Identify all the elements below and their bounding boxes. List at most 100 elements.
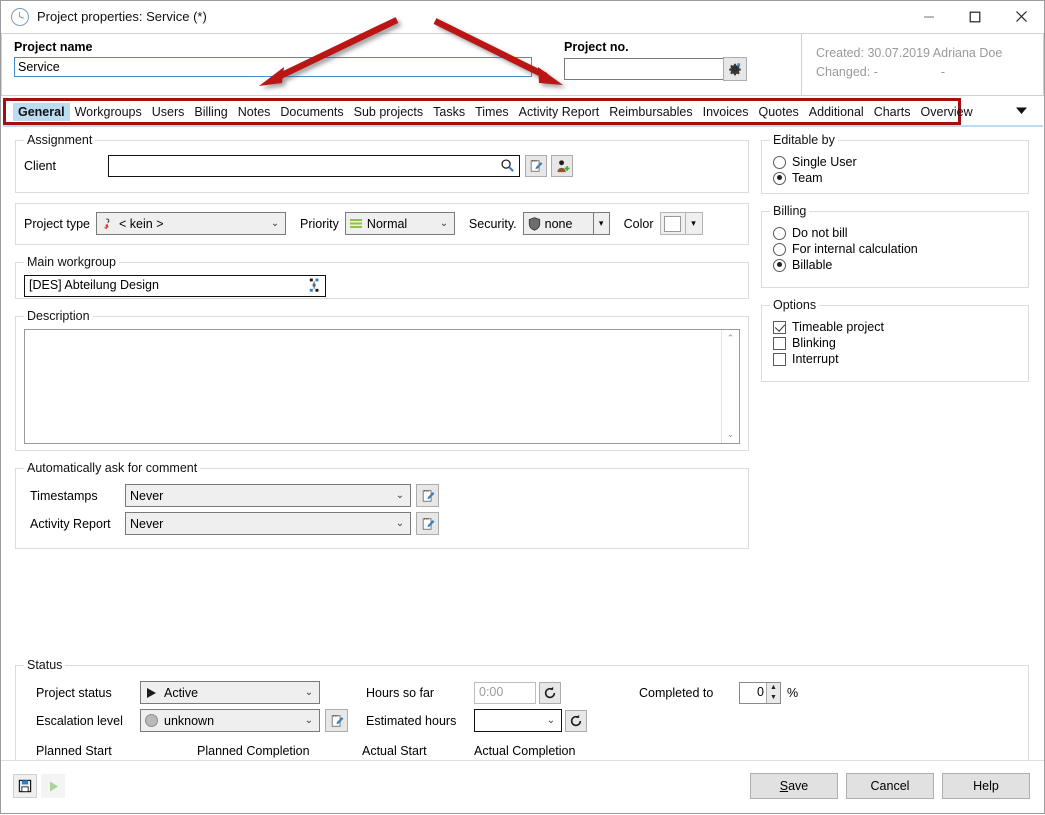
- radio-billable[interactable]: Billable: [773, 258, 1020, 272]
- radio-team[interactable]: Team: [773, 171, 1020, 185]
- cancel-button[interactable]: Cancel: [846, 773, 934, 799]
- description-textarea-wrapper: ⌃ ⌄: [24, 329, 740, 444]
- color-swatch[interactable]: [660, 212, 686, 235]
- estimated-hours-select[interactable]: ⌄: [474, 709, 562, 732]
- checkbox-label: Timeable project: [792, 320, 884, 334]
- chevron-down-icon: ▾: [691, 218, 696, 229]
- chevron-down-icon: ⌄: [394, 490, 406, 501]
- escalation-level-select[interactable]: unknown ⌄: [140, 709, 320, 732]
- tab-additional[interactable]: Additional: [804, 103, 869, 121]
- security-select[interactable]: none: [523, 212, 593, 235]
- tab-workgroups[interactable]: Workgroups: [70, 103, 147, 121]
- main-workgroup-value[interactable]: [DES] Abteilung Design: [24, 275, 326, 297]
- tab-quotes[interactable]: Quotes: [753, 103, 803, 121]
- escalation-level-label: Escalation level: [36, 714, 140, 728]
- tab-documents[interactable]: Documents: [275, 103, 348, 121]
- tab-reimbursables[interactable]: Reimbursables: [604, 103, 697, 121]
- radio-do-not-bill[interactable]: Do not bill: [773, 226, 1020, 240]
- estimated-hours-refresh-button[interactable]: [565, 710, 587, 732]
- changed-value: -: [874, 65, 878, 79]
- scroll-up-icon[interactable]: ⌃: [727, 333, 735, 344]
- radio-indicator: [773, 243, 786, 256]
- start-timer-button[interactable]: [41, 774, 65, 798]
- hours-so-far-value: 0:00: [474, 682, 536, 704]
- tab-invoices[interactable]: Invoices: [698, 103, 754, 121]
- assignment-group: Assignment Client: [15, 133, 749, 193]
- tab-notes[interactable]: Notes: [233, 103, 276, 121]
- checkbox-indicator: [773, 321, 786, 334]
- tab-sub-projects[interactable]: Sub projects: [349, 103, 428, 121]
- tab-general[interactable]: General: [13, 103, 70, 121]
- maximize-button[interactable]: [952, 1, 998, 32]
- minimize-button[interactable]: [906, 1, 952, 32]
- security-dropdown-button[interactable]: ▾: [593, 212, 610, 235]
- close-button[interactable]: [998, 1, 1044, 32]
- radio-single-user[interactable]: Single User: [773, 155, 1020, 169]
- hours-so-far-refresh-button[interactable]: [539, 682, 561, 704]
- checkbox-timeable-project[interactable]: Timeable project: [773, 320, 1020, 334]
- audit-info-panel: Created: 30.07.2019 Adriana Doe Changed:…: [801, 33, 1044, 96]
- priority-label: Priority: [300, 217, 339, 231]
- activity-report-select[interactable]: Never ⌄: [125, 512, 411, 535]
- chevron-down-icon: ⌄: [438, 218, 450, 229]
- chevron-down-icon: ⌄: [545, 715, 557, 726]
- chevron-down-icon: ⌄: [394, 518, 406, 529]
- tab-billing[interactable]: Billing: [189, 103, 232, 121]
- tab-activity-report[interactable]: Activity Report: [514, 103, 605, 121]
- radio-for-internal-calculation[interactable]: For internal calculation: [773, 242, 1020, 256]
- magnifier-icon[interactable]: [500, 158, 515, 176]
- description-scrollbar[interactable]: ⌃ ⌄: [721, 330, 739, 443]
- activity-report-edit-button[interactable]: [416, 512, 439, 535]
- editable-by-legend: Editable by: [770, 133, 838, 147]
- description-legend: Description: [24, 309, 93, 323]
- tab-tasks[interactable]: Tasks: [428, 103, 470, 121]
- help-button[interactable]: Help: [942, 773, 1030, 799]
- tab-charts[interactable]: Charts: [869, 103, 916, 121]
- stepper-down-icon[interactable]: ▼: [767, 693, 780, 703]
- stepper-up-icon[interactable]: ▲: [767, 683, 780, 693]
- completed-to-stepper[interactable]: 0 ▲ ▼: [739, 682, 781, 704]
- right-column: Editable by Single User Team Billing Do …: [761, 133, 1029, 392]
- checkbox-blinking[interactable]: Blinking: [773, 336, 1020, 350]
- project-name-input[interactable]: [14, 57, 532, 77]
- project-name-field-group: Project name: [14, 40, 532, 95]
- changed-value-2: -: [941, 65, 945, 79]
- timestamps-label: Timestamps: [30, 489, 125, 503]
- client-add-button[interactable]: [551, 155, 573, 177]
- radio-label: Billable: [792, 258, 832, 272]
- tab-overview[interactable]: Overview: [916, 103, 978, 121]
- project-name-label: Project name: [14, 40, 532, 54]
- color-dropdown-button[interactable]: ▾: [686, 212, 703, 235]
- priority-select[interactable]: Normal ⌄: [345, 212, 455, 235]
- org-chart-icon[interactable]: [307, 278, 322, 296]
- project-no-input[interactable]: [564, 58, 724, 80]
- created-label: Created:: [816, 46, 864, 60]
- stepper-buttons[interactable]: ▲ ▼: [766, 683, 780, 703]
- client-input[interactable]: [108, 155, 520, 177]
- radio-label: For internal calculation: [792, 242, 918, 256]
- tab-times[interactable]: Times: [470, 103, 514, 121]
- auto-comment-legend: Automatically ask for comment: [24, 461, 200, 475]
- project-status-value: Active: [164, 686, 303, 700]
- project-no-settings-button[interactable]: [723, 57, 747, 81]
- checkbox-label: Interrupt: [792, 352, 839, 366]
- main-workgroup-legend: Main workgroup: [24, 255, 119, 269]
- changed-label: Changed:: [816, 65, 870, 79]
- description-textarea[interactable]: [25, 330, 721, 443]
- tab-overflow-button[interactable]: [1015, 104, 1028, 118]
- project-type-select[interactable]: < kein > ⌄: [96, 212, 286, 235]
- tab-users[interactable]: Users: [147, 103, 190, 121]
- timestamps-edit-button[interactable]: [416, 484, 439, 507]
- escalation-edit-button[interactable]: [325, 709, 348, 732]
- save-toolbar-button[interactable]: [13, 774, 37, 798]
- checkbox-interrupt[interactable]: Interrupt: [773, 352, 1020, 366]
- client-edit-button[interactable]: [525, 155, 547, 177]
- window-title: Project properties: Service (*): [37, 9, 207, 24]
- timestamps-select[interactable]: Never ⌄: [125, 484, 411, 507]
- project-status-select[interactable]: Active ⌄: [140, 681, 320, 704]
- priority-bars-icon: [350, 218, 363, 229]
- save-button[interactable]: Save: [750, 773, 838, 799]
- billing-group: Billing Do not bill For internal calcula…: [761, 204, 1029, 288]
- scroll-down-icon[interactable]: ⌄: [727, 429, 735, 440]
- add-contact-icon: [555, 159, 570, 174]
